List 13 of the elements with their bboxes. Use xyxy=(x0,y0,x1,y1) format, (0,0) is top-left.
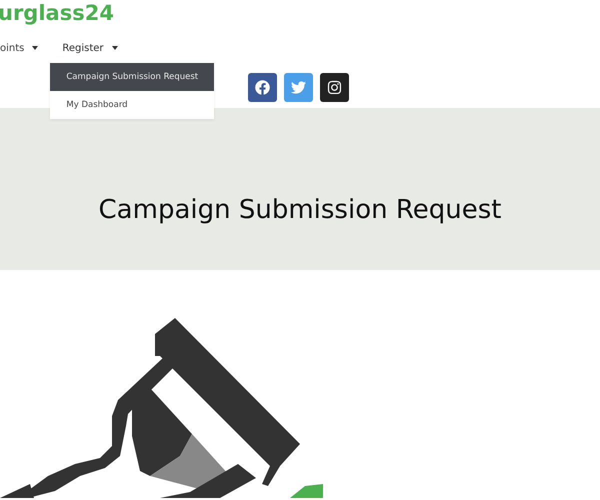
caret-icon xyxy=(32,46,38,50)
twitter-button[interactable] xyxy=(284,73,313,102)
page-title: Campaign Submission Request xyxy=(98,195,502,225)
facebook-icon xyxy=(255,80,270,95)
twitter-icon xyxy=(291,80,306,95)
nav-link[interactable]: oints xyxy=(0,42,38,54)
nav-link[interactable]: Register xyxy=(62,42,118,54)
menu-item[interactable]: My Dashboard xyxy=(50,90,214,118)
caret-icon xyxy=(112,46,118,50)
instagram-icon xyxy=(327,80,342,95)
instagram-button[interactable] xyxy=(320,73,349,102)
menu-item[interactable]: Campaign Submission Request xyxy=(50,62,214,90)
facebook-button[interactable] xyxy=(248,73,277,102)
